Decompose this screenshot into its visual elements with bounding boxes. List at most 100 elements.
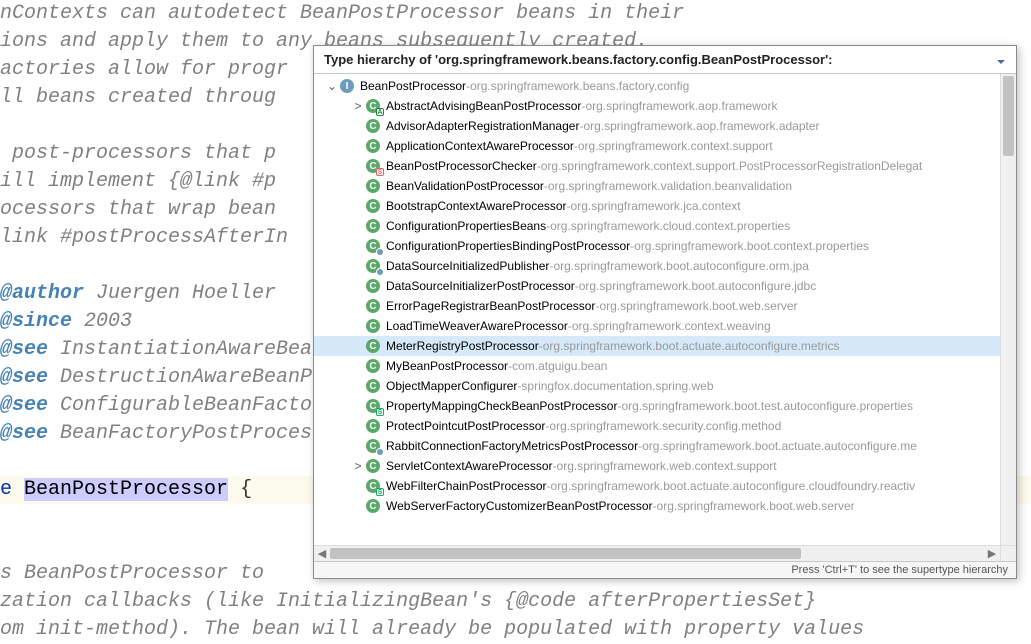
tree-row[interactable]: >ServletContextAwareProcessor - org.spri… (314, 456, 1000, 476)
tree-row[interactable]: AdvisorAdapterRegistrationManager - org.… (314, 116, 1000, 136)
class-icon (366, 399, 380, 413)
class-name: MyBeanPostProcessor (386, 359, 508, 373)
expander-icon[interactable]: > (350, 99, 366, 113)
class-icon (366, 379, 380, 393)
class-icon (366, 239, 380, 253)
class-icon (366, 339, 380, 353)
code-line[interactable]: om init-method). The bean will already b… (0, 616, 1031, 644)
class-package: org.springframework.boot.actuate.autocon… (551, 479, 916, 493)
class-name: ErrorPageRegistrarBeanPostProcessor (386, 299, 595, 313)
class-name: AdvisorAdapterRegistrationManager (386, 119, 579, 133)
class-package: org.springframework.boot.test.autoconfig… (621, 399, 913, 413)
hierarchy-tree[interactable]: ⌄BeanPostProcessor - org.springframework… (314, 74, 1016, 561)
tree-row[interactable]: MeterRegistryPostProcessor - org.springf… (314, 336, 1000, 356)
class-icon (366, 479, 380, 493)
class-icon (366, 259, 380, 273)
tree-row[interactable]: RabbitConnectionFactoryMetricsPostProces… (314, 436, 1000, 456)
tree-row[interactable]: PropertyMappingCheckBeanPostProcessor - … (314, 396, 1000, 416)
scroll-corner (1000, 545, 1016, 561)
expander-icon[interactable]: ⌄ (324, 79, 340, 93)
class-package: org.springframework.aop.framework (585, 99, 777, 113)
class-icon (366, 499, 380, 513)
popup-title: Type hierarchy of 'org.springframework.b… (324, 52, 833, 67)
horizontal-scrollbar[interactable]: ◀ ▶ (314, 545, 1000, 561)
class-name: PropertyMappingCheckBeanPostProcessor (386, 399, 617, 413)
class-name: AbstractAdvisingBeanPostProcessor (386, 99, 581, 113)
class-name: WebFilterChainPostProcessor (386, 479, 547, 493)
class-package: org.springframework.boot.actuate.autocon… (543, 339, 840, 353)
class-name: DataSourceInitializerPostProcessor (386, 279, 575, 293)
class-name: ServletContextAwareProcessor (386, 459, 553, 473)
tree-row[interactable]: ProtectPointcutPostProcessor - org.sprin… (314, 416, 1000, 436)
class-package: org.springframework.context.weaving (572, 319, 771, 333)
class-icon (366, 159, 380, 173)
vertical-scrollbar[interactable] (1000, 74, 1016, 545)
class-name: WebServerFactoryCustomizerBeanPostProces… (386, 499, 653, 513)
class-package: org.springframework.beans.factory.config (470, 79, 689, 93)
tree-row[interactable]: ConfigurationPropertiesBeans - org.sprin… (314, 216, 1000, 236)
class-icon (366, 459, 380, 473)
class-name: BeanValidationPostProcessor (386, 179, 544, 193)
class-package: org.springframework.aop.framework.adapte… (583, 119, 819, 133)
class-name: ObjectMapperConfigurer (386, 379, 517, 393)
class-package: org.springframework.boot.web.server (599, 299, 797, 313)
tree-row[interactable]: DataSourceInitializerPostProcessor - org… (314, 276, 1000, 296)
tree-row[interactable]: BeanPostProcessorChecker - org.springfra… (314, 156, 1000, 176)
code-line[interactable]: nContexts can autodetect BeanPostProcess… (0, 0, 1031, 28)
tree-row[interactable]: ErrorPageRegistrarBeanPostProcessor - or… (314, 296, 1000, 316)
code-line[interactable]: zation callbacks (like InitializingBean'… (0, 588, 1031, 616)
tree-row[interactable]: MyBeanPostProcessor - com.atguigu.bean (314, 356, 1000, 376)
horizontal-scroll-thumb[interactable] (330, 548, 801, 559)
class-package: org.springframework.jca.context (571, 199, 741, 213)
vertical-scroll-thumb[interactable] (1003, 76, 1014, 156)
tree-row[interactable]: ⌄BeanPostProcessor - org.springframework… (314, 76, 1000, 96)
class-icon (366, 359, 380, 373)
class-package: org.springframework.validation.beanvalid… (548, 179, 792, 193)
tree-row[interactable]: BeanValidationPostProcessor - org.spring… (314, 176, 1000, 196)
scroll-left-icon[interactable]: ◀ (314, 547, 330, 560)
class-icon (366, 199, 380, 213)
tree-row[interactable]: >AbstractAdvisingBeanPostProcessor - org… (314, 96, 1000, 116)
popup-footer: Press 'Ctrl+T' to see the supertype hier… (314, 561, 1016, 578)
class-icon (366, 119, 380, 133)
type-hierarchy-popup: Type hierarchy of 'org.springframework.b… (313, 45, 1017, 579)
class-package: org.springframework.boot.web.server (657, 499, 855, 513)
interface-icon (340, 79, 354, 93)
class-name: BeanPostProcessorChecker (386, 159, 537, 173)
tree-row[interactable]: BootstrapContextAwareProcessor - org.spr… (314, 196, 1000, 216)
expander-icon[interactable]: > (350, 459, 366, 473)
class-icon (366, 99, 380, 113)
class-icon (366, 419, 380, 433)
class-package: org.springframework.boot.context.propert… (634, 239, 869, 253)
tree-row[interactable]: LoadTimeWeaverAwareProcessor - org.sprin… (314, 316, 1000, 336)
class-name: BootstrapContextAwareProcessor (386, 199, 567, 213)
class-icon (366, 279, 380, 293)
class-package: org.springframework.context.support.Post… (541, 159, 923, 173)
class-package: org.springframework.cloud.context.proper… (550, 219, 790, 233)
dropdown-icon[interactable] (996, 55, 1006, 65)
class-name: RabbitConnectionFactoryMetricsPostProces… (386, 439, 638, 453)
class-icon (366, 219, 380, 233)
class-name: LoadTimeWeaverAwareProcessor (386, 319, 568, 333)
scroll-right-icon[interactable]: ▶ (984, 547, 1000, 560)
class-package: org.springframework.boot.autoconfigure.j… (579, 279, 816, 293)
class-package: org.springframework.web.context.support (557, 459, 777, 473)
class-icon (366, 139, 380, 153)
class-package: org.springframework.boot.autoconfigure.o… (553, 259, 808, 273)
class-package: springfox.documentation.spring.web (521, 379, 713, 393)
class-name: ConfigurationPropertiesBindingPostProces… (386, 239, 630, 253)
class-name: ApplicationContextAwareProcessor (386, 139, 574, 153)
tree-row[interactable]: ApplicationContextAwareProcessor - org.s… (314, 136, 1000, 156)
tree-row[interactable]: ObjectMapperConfigurer - springfox.docum… (314, 376, 1000, 396)
class-icon (366, 179, 380, 193)
class-package: org.springframework.security.config.meth… (549, 419, 781, 433)
tree-row[interactable]: ConfigurationPropertiesBindingPostProces… (314, 236, 1000, 256)
tree-row[interactable]: WebFilterChainPostProcessor - org.spring… (314, 476, 1000, 496)
class-icon (366, 299, 380, 313)
tree-row[interactable]: DataSourceInitializedPublisher - org.spr… (314, 256, 1000, 276)
class-package: org.springframework.context.support (578, 139, 773, 153)
tree-row[interactable]: WebServerFactoryCustomizerBeanPostProces… (314, 496, 1000, 516)
class-package: org.springframework.boot.actuate.autocon… (642, 439, 917, 453)
class-name: BeanPostProcessor (360, 79, 466, 93)
class-name: ProtectPointcutPostProcessor (386, 419, 545, 433)
